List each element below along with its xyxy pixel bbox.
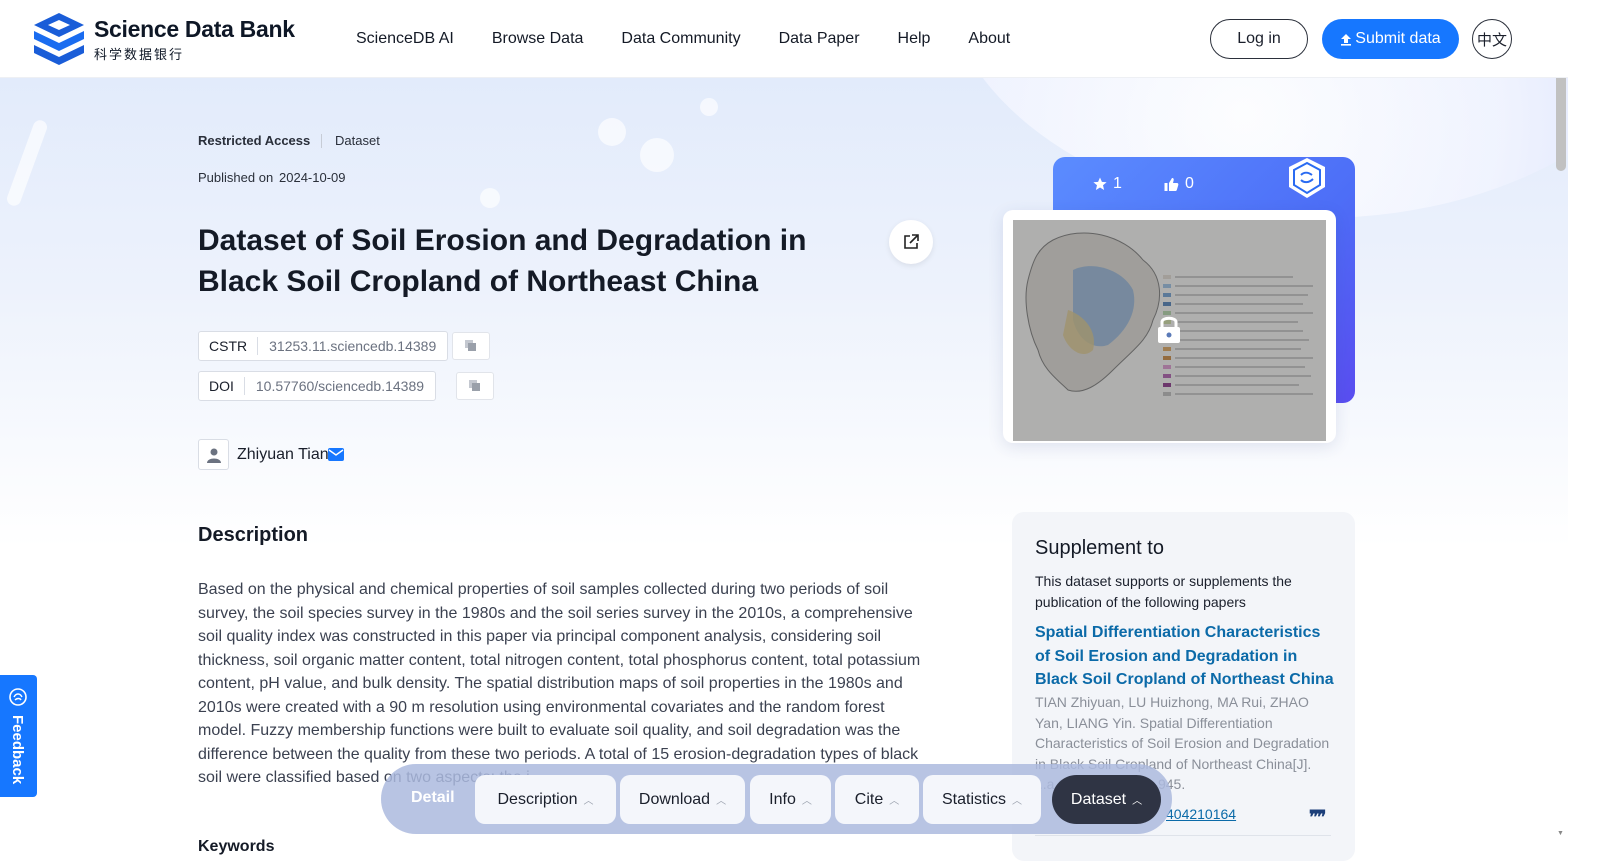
submit-data-label: Submit data xyxy=(1355,30,1441,47)
author-email-link[interactable] xyxy=(328,448,344,466)
badge-icon xyxy=(1289,158,1325,198)
supplement-title: Supplement to xyxy=(1035,537,1164,559)
section-tab-label: Statistics xyxy=(941,790,1006,808)
nav-data-paper[interactable]: Data Paper xyxy=(779,30,860,48)
user-icon xyxy=(206,448,221,463)
upload-icon xyxy=(1341,33,1352,46)
nav-sciencedb-ai[interactable]: ScienceDB AI xyxy=(356,30,454,48)
logo-icon xyxy=(34,13,84,65)
cstr-value[interactable]: 31253.11.sciencedb.14389 xyxy=(258,338,447,354)
supplement-divider xyxy=(1035,835,1331,836)
submit-data-button[interactable]: Submit data xyxy=(1322,19,1459,59)
likes-count[interactable]: 0 xyxy=(1164,175,1194,193)
share-button[interactable] xyxy=(889,220,933,264)
stars-count[interactable]: 1 xyxy=(1093,175,1122,193)
published-label: Published on xyxy=(198,170,274,185)
feedback-icon xyxy=(9,688,27,706)
supplement-paper-link[interactable]: Spatial Differentiation Characteristics … xyxy=(1035,621,1335,692)
share-icon xyxy=(904,234,919,249)
lock-icon xyxy=(1158,316,1180,343)
access-label: Restricted Access xyxy=(198,133,311,148)
likes-value: 0 xyxy=(1185,175,1194,192)
resource-type: Dataset xyxy=(335,133,380,148)
top-navigation-bar: Science Data Bank 科学数据银行 ScienceDB AI Br… xyxy=(0,0,1568,78)
chevron-up-icon: ︿ xyxy=(583,796,594,807)
copy-doi-button[interactable] xyxy=(456,372,494,400)
section-tab-label: Info xyxy=(769,790,796,808)
section-tab-label: Dataset xyxy=(1070,790,1127,808)
dataset-title: Dataset of Soil Erosion and Degradation … xyxy=(198,224,807,298)
doi-box: DOI 10.57760/sciencedb.14389 xyxy=(198,371,437,401)
page-scrollbar[interactable] xyxy=(1568,0,1600,861)
molecule-decoration xyxy=(480,188,500,208)
molecule-decoration xyxy=(598,118,626,146)
scroll-down-arrow[interactable]: ▼ xyxy=(1557,830,1564,837)
copy-cstr-button[interactable] xyxy=(452,332,490,360)
section-nav-title: Detail xyxy=(411,789,455,806)
meta-divider xyxy=(321,134,322,148)
supplement-doi-link[interactable]: 404210164 xyxy=(1166,806,1236,822)
logo-title: Science Data Bank xyxy=(94,15,295,42)
description-text: Based on the physical and chemical prope… xyxy=(198,581,921,786)
description-heading: Description xyxy=(198,524,309,546)
site-logo[interactable]: Science Data Bank 科学数据银行 xyxy=(30,11,295,67)
star-icon xyxy=(1093,177,1107,190)
doi-label: DOI xyxy=(199,377,245,395)
section-tab-cite[interactable]: Cite ︿ xyxy=(835,775,919,824)
cstr-box: CSTR 31253.11.sciencedb.14389 xyxy=(198,331,449,361)
main-nav: ScienceDB AI Browse Data Data Community … xyxy=(356,30,1048,48)
section-tab-description[interactable]: Description ︿ xyxy=(475,775,616,824)
language-toggle[interactable]: 中文 xyxy=(1472,19,1512,59)
author-avatar xyxy=(198,439,229,470)
nav-data-community[interactable]: Data Community xyxy=(621,30,740,48)
stars-value: 1 xyxy=(1113,175,1122,192)
section-tab-label: Cite xyxy=(854,790,884,808)
supplement-intro: This dataset supports or supplements the… xyxy=(1035,573,1292,610)
dna-decoration xyxy=(5,118,49,208)
keywords-heading: Keywords xyxy=(198,838,275,855)
section-tab-statistics[interactable]: Statistics ︿ xyxy=(923,775,1041,824)
thumbs-up-icon xyxy=(1164,177,1179,191)
section-tab-label: Download xyxy=(638,790,711,808)
section-tab-label: Description xyxy=(497,790,578,808)
mail-icon xyxy=(328,448,344,461)
quote-icon[interactable]: ❞❞ xyxy=(1309,807,1326,828)
copy-icon xyxy=(469,380,480,391)
chevron-up-icon: ︿ xyxy=(1132,796,1143,807)
login-button[interactable]: Log in xyxy=(1210,19,1308,59)
molecule-decoration xyxy=(700,98,718,116)
section-tab-dataset[interactable]: Dataset ︿ xyxy=(1052,775,1161,824)
copy-icon xyxy=(465,340,476,351)
cstr-label: CSTR xyxy=(199,337,259,355)
section-tab-download[interactable]: Download ︿ xyxy=(620,775,745,824)
chevron-up-icon: ︿ xyxy=(1012,796,1022,807)
nav-about[interactable]: About xyxy=(968,30,1010,48)
chevron-up-icon: ︿ xyxy=(801,796,812,807)
nav-help[interactable]: Help xyxy=(898,30,931,48)
feedback-label: Feedback xyxy=(9,715,26,785)
logo-subtitle: 科学数据银行 xyxy=(94,46,185,62)
section-tab-info[interactable]: Info ︿ xyxy=(750,775,831,824)
doi-value[interactable]: 10.57760/sciencedb.14389 xyxy=(245,378,435,394)
published-date: 2024-10-09 xyxy=(279,170,346,185)
author-name[interactable]: Zhiyuan Tian xyxy=(237,446,329,464)
molecule-decoration xyxy=(640,138,674,172)
chevron-up-icon: ︿ xyxy=(889,796,900,807)
nav-browse-data[interactable]: Browse Data xyxy=(492,30,584,48)
dataset-preview-image[interactable] xyxy=(1013,220,1326,441)
chevron-up-icon: ︿ xyxy=(716,796,727,807)
